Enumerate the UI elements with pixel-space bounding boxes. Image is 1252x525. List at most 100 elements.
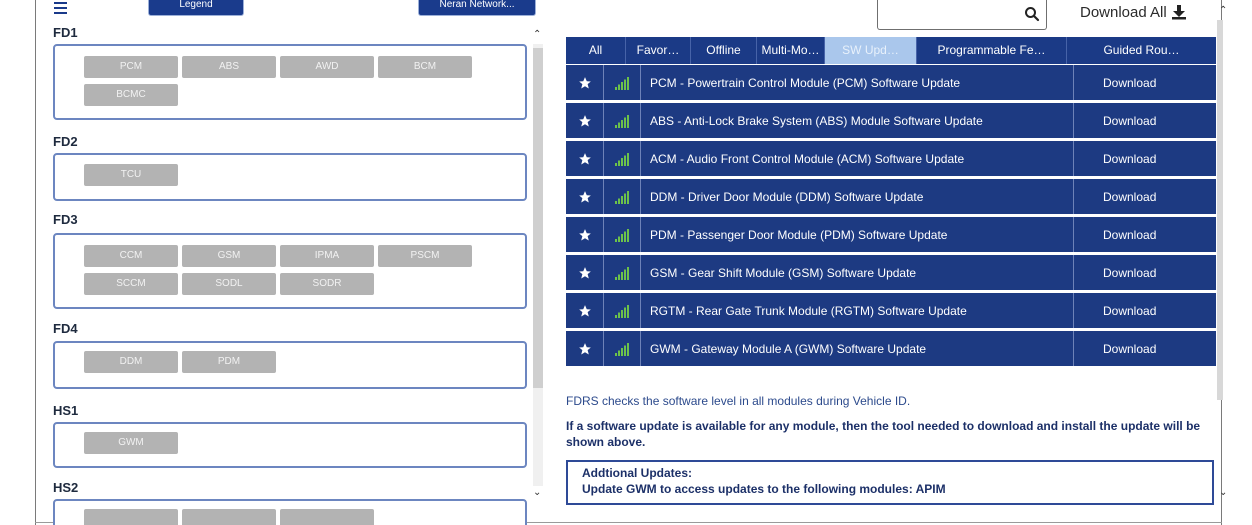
signal-strength-icon	[604, 255, 641, 290]
module-chip[interactable]: SODL	[182, 273, 276, 295]
additional-updates-heading: Addtional Updates:	[582, 466, 692, 480]
module-chip[interactable]: SCCM	[84, 273, 178, 295]
scroll-down-icon[interactable]: ⌄	[1219, 488, 1227, 498]
tab-programmable-features[interactable]: Programmable Fe…	[917, 37, 1067, 64]
module-chip[interactable]: PCM	[84, 56, 178, 78]
signal-strength-icon	[604, 293, 641, 328]
update-title: ACM - Audio Front Control Module (ACM) S…	[641, 141, 1074, 176]
favorite-star-icon[interactable]	[566, 293, 604, 328]
signal-strength-icon	[604, 179, 641, 214]
table-row[interactable]: DDM - Driver Door Module (DDM) Software …	[566, 179, 1216, 215]
download-link[interactable]: Download	[1074, 65, 1216, 100]
module-chip[interactable]: ABS	[182, 56, 276, 78]
update-panel-scrollbar[interactable]	[1217, 20, 1223, 500]
category-tabs: All Favor… Offline Multi-Mo… SW Upd… Pro…	[566, 37, 1216, 64]
table-row[interactable]: RGTM - Rear Gate Trunk Module (RGTM) Sof…	[566, 293, 1216, 329]
download-link[interactable]: Download	[1074, 141, 1216, 176]
update-title: RGTM - Rear Gate Trunk Module (RGTM) Sof…	[641, 293, 1074, 328]
scroll-thumb[interactable]	[533, 48, 543, 388]
group-box-hs2	[53, 499, 527, 525]
module-chip[interactable]	[182, 509, 276, 525]
group-box-fd4: DDM PDM	[53, 341, 527, 389]
table-row[interactable]: PDM - Passenger Door Module (PDM) Softwa…	[566, 217, 1216, 253]
module-chip[interactable]: AWD	[280, 56, 374, 78]
favorite-star-icon[interactable]	[566, 103, 604, 138]
group-box-fd2: TCU	[53, 153, 527, 201]
tab-offline[interactable]: Offline	[691, 37, 757, 64]
left-toolbar: Legend Neran Network...	[36, 0, 550, 20]
additional-updates-box: Addtional Updates: Update GWM to access …	[566, 460, 1214, 505]
module-chip[interactable]	[84, 509, 178, 525]
signal-strength-icon	[604, 65, 641, 100]
tab-guided-routines[interactable]: Guided Rou…	[1067, 37, 1216, 64]
download-all-button[interactable]: Download All	[1080, 2, 1187, 22]
list-icon[interactable]	[54, 2, 67, 14]
group-title-fd3: FD3	[53, 212, 78, 227]
module-chip[interactable]: TCU	[84, 164, 178, 186]
signal-strength-icon	[604, 141, 641, 176]
download-link[interactable]: Download	[1074, 179, 1216, 214]
network-button[interactable]: Neran Network...	[418, 0, 536, 16]
group-box-fd3: CCM GSM IPMA PSCM SCCM SODL SODR	[53, 233, 527, 309]
search-box	[877, 0, 1047, 30]
download-all-label: Download All	[1080, 3, 1167, 21]
group-title-hs1: HS1	[53, 403, 79, 418]
update-title: PCM - Powertrain Control Module (PCM) So…	[641, 65, 1074, 100]
signal-strength-icon	[604, 217, 641, 252]
module-chip[interactable]: IPMA	[280, 245, 374, 267]
info-text: FDRS checks the software level in all mo…	[566, 394, 911, 408]
tab-sw-updates[interactable]: SW Upd…	[825, 37, 917, 64]
scroll-down-icon[interactable]: ⌄	[533, 488, 541, 498]
download-link[interactable]: Download	[1074, 331, 1216, 366]
update-title: GWM - Gateway Module A (GWM) Software Up…	[641, 331, 1074, 366]
download-link[interactable]: Download	[1074, 217, 1216, 252]
module-chip[interactable]: SODR	[280, 273, 374, 295]
download-icon	[1171, 5, 1186, 20]
favorite-star-icon[interactable]	[566, 217, 604, 252]
table-row[interactable]: GWM - Gateway Module A (GWM) Software Up…	[566, 331, 1216, 367]
module-chip[interactable]: PSCM	[378, 245, 472, 267]
group-title-fd2: FD2	[53, 134, 78, 149]
table-row[interactable]: ABS - Anti-Lock Brake System (ABS) Modul…	[566, 103, 1216, 139]
group-title-fd1: FD1	[53, 25, 78, 40]
favorite-star-icon[interactable]	[566, 65, 604, 100]
scroll-thumb[interactable]	[1217, 20, 1223, 400]
tab-favorites[interactable]: Favor…	[626, 37, 691, 64]
module-panel: Legend Neran Network... FD1 PCM ABS AWD …	[36, 0, 550, 525]
table-row[interactable]: GSM - Gear Shift Module (GSM) Software U…	[566, 255, 1216, 291]
favorite-star-icon[interactable]	[566, 179, 604, 214]
module-panel-scrollbar[interactable]: ⌃ ⌄	[529, 30, 545, 500]
module-chip[interactable]: PDM	[182, 351, 276, 373]
search-icon[interactable]	[1024, 6, 1040, 22]
update-title: DDM - Driver Door Module (DDM) Software …	[641, 179, 1074, 214]
module-chip[interactable]: DDM	[84, 351, 178, 373]
legend-button[interactable]: Legend	[148, 0, 244, 16]
favorite-star-icon[interactable]	[566, 141, 604, 176]
module-chip[interactable]: CCM	[84, 245, 178, 267]
module-chip[interactable]	[280, 509, 374, 525]
module-chip[interactable]: BCM	[378, 56, 472, 78]
info-note: If a software update is available for an…	[566, 419, 1201, 449]
scroll-up-icon[interactable]: ⌃	[533, 30, 541, 40]
group-title-hs2: HS2	[53, 480, 79, 495]
group-title-fd4: FD4	[53, 321, 78, 336]
tab-all[interactable]: All	[566, 37, 626, 64]
table-row[interactable]: PCM - Powertrain Control Module (PCM) So…	[566, 65, 1216, 101]
table-row[interactable]: ACM - Audio Front Control Module (ACM) S…	[566, 141, 1216, 177]
module-chip[interactable]: BCMC	[84, 84, 178, 106]
group-box-hs1: GWM	[53, 422, 527, 468]
favorite-star-icon[interactable]	[566, 255, 604, 290]
update-title: PDM - Passenger Door Module (PDM) Softwa…	[641, 217, 1074, 252]
download-link[interactable]: Download	[1074, 293, 1216, 328]
favorite-star-icon[interactable]	[566, 331, 604, 366]
search-input[interactable]	[882, 3, 1018, 25]
update-title: ABS - Anti-Lock Brake System (ABS) Modul…	[641, 103, 1074, 138]
download-link[interactable]: Download	[1074, 103, 1216, 138]
module-chip[interactable]: GSM	[182, 245, 276, 267]
scroll-up-icon[interactable]: ⌃	[1219, 5, 1227, 16]
signal-strength-icon	[604, 103, 641, 138]
update-title: GSM - Gear Shift Module (GSM) Software U…	[641, 255, 1074, 290]
download-link[interactable]: Download	[1074, 255, 1216, 290]
tab-multi-module[interactable]: Multi-Mo…	[757, 37, 825, 64]
module-chip[interactable]: GWM	[84, 432, 178, 454]
